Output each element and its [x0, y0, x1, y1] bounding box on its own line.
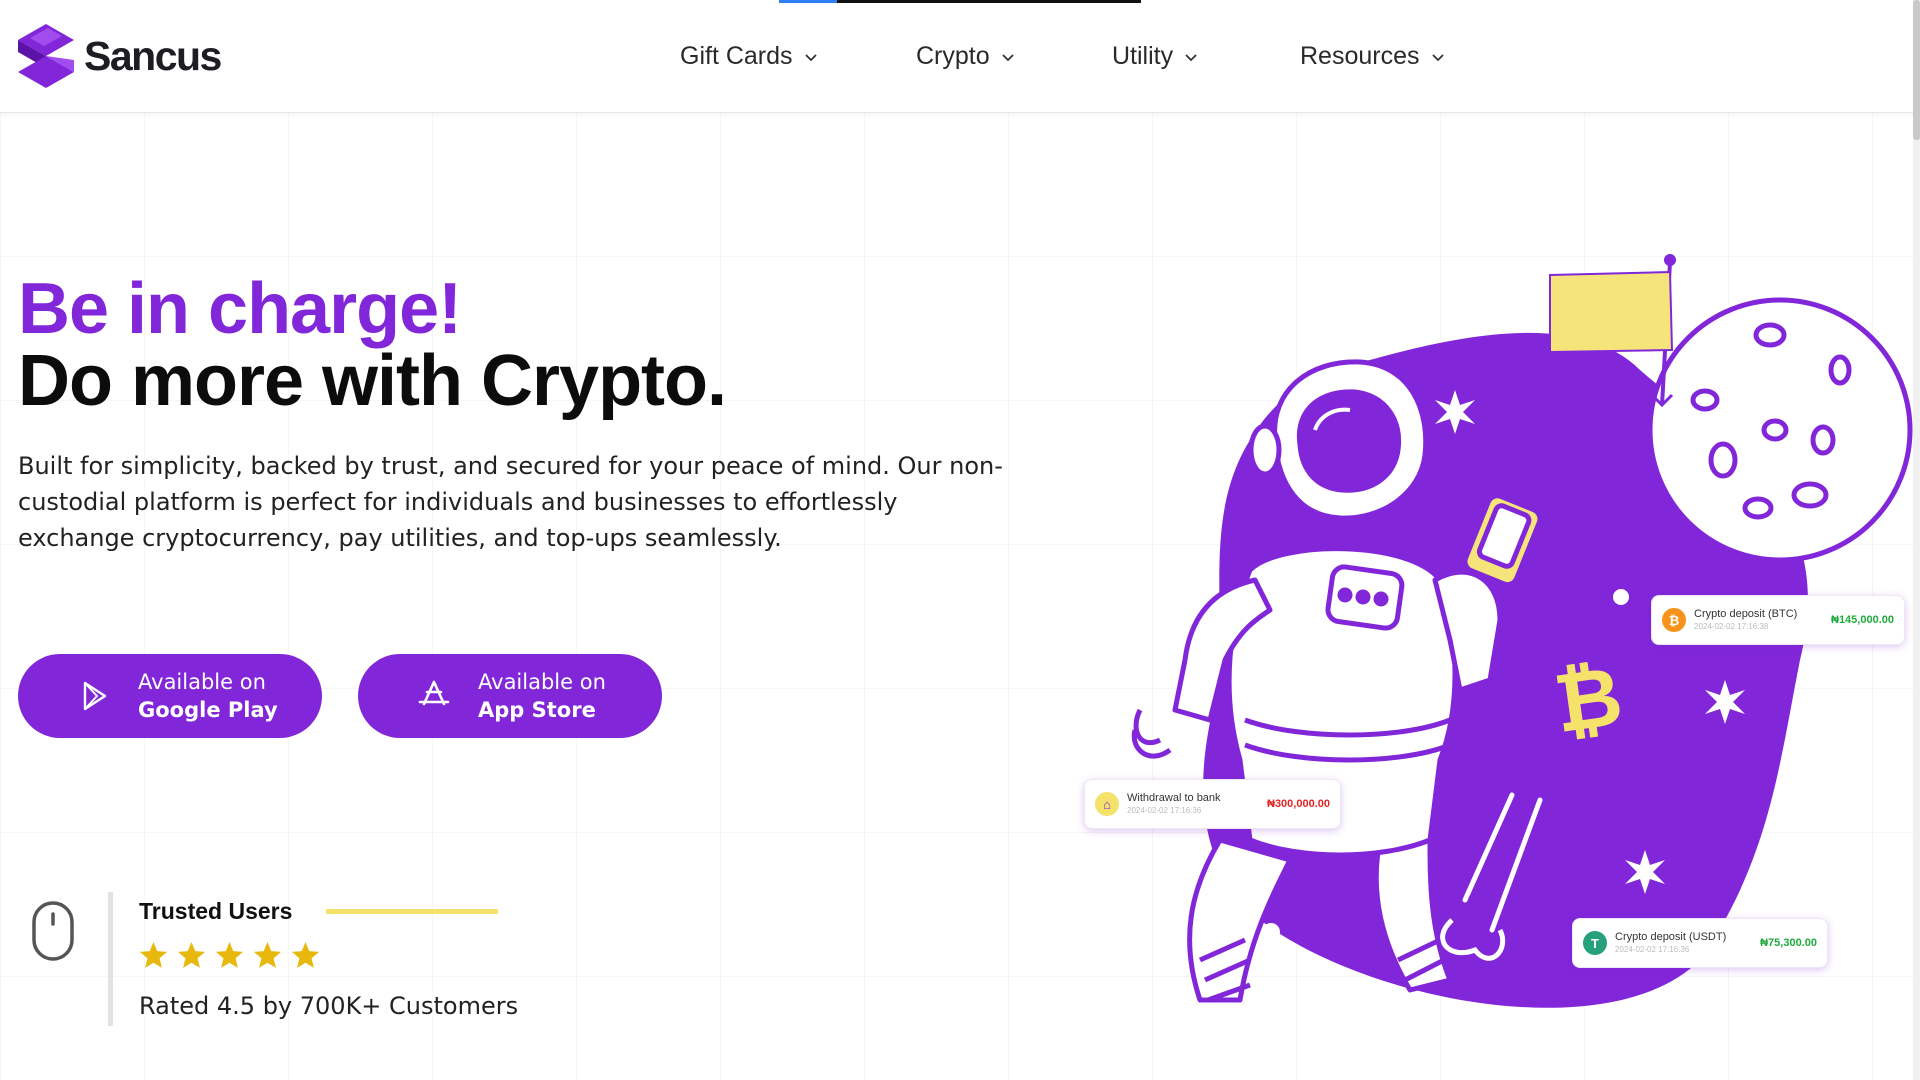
- nav-item-crypto[interactable]: Crypto: [916, 42, 1016, 71]
- transaction-amount: ₦145,000.00: [1831, 614, 1894, 626]
- scroll-progress-fill: [779, 0, 837, 3]
- nav-item-resources[interactable]: Resources: [1300, 42, 1446, 71]
- transaction-amount: ₦300,000.00: [1267, 798, 1330, 810]
- trust-title-underline: [326, 909, 498, 914]
- top-navbar: Sancus Gift Cards Crypto Utility Resourc…: [0, 0, 1920, 113]
- store-main-label: Google Play: [138, 698, 278, 722]
- hero-title: Do more with Crypto.: [18, 341, 727, 421]
- chevron-down-icon: [1431, 53, 1444, 61]
- bitcoin-icon: ₿: [1662, 608, 1686, 632]
- chevron-down-icon: [1002, 53, 1014, 61]
- transaction-card: ⌂ Withdrawal to bank 2024-02-02 17:16:36…: [1084, 779, 1341, 829]
- rating-stars: [138, 940, 321, 971]
- mouse-scroll-icon[interactable]: [30, 900, 76, 962]
- transaction-amount: ₦75,300.00: [1760, 937, 1817, 949]
- transaction-label: Crypto deposit (USDT): [1615, 931, 1727, 943]
- nav-item-utility[interactable]: Utility: [1112, 42, 1199, 71]
- scroll-progress-track: [779, 0, 1141, 3]
- transaction-date: 2024-02-02 17:16:36: [1127, 806, 1202, 815]
- trust-rating-text: Rated 4.5 by 700K+ Customers: [139, 992, 519, 1020]
- page-scrollbar-thumb[interactable]: [1913, 0, 1920, 140]
- google-play-icon: [83, 681, 107, 711]
- tether-icon: T: [1583, 931, 1607, 955]
- star-icon: [253, 941, 282, 968]
- store-sub-label: Available on: [138, 670, 266, 694]
- nav-label: Utility: [1112, 42, 1174, 70]
- transaction-date: 2024-02-02 17:16:38: [1694, 622, 1769, 631]
- chevron-down-icon: [1185, 53, 1197, 61]
- app-store-button[interactable]: Available on App Store: [358, 654, 662, 738]
- page-scrollbar[interactable]: [1913, 0, 1920, 1080]
- nav-label: Gift Cards: [680, 42, 793, 70]
- star-icon: [291, 941, 320, 968]
- star-icon: [139, 941, 168, 968]
- transaction-label: Crypto deposit (BTC): [1694, 608, 1798, 620]
- nav-label: Crypto: [916, 42, 990, 70]
- hero-description: Built for simplicity, backed by trust, a…: [18, 452, 1003, 552]
- transaction-label: Withdrawal to bank: [1127, 792, 1221, 804]
- nav-item-gift-cards[interactable]: Gift Cards: [680, 42, 819, 71]
- store-sub-label: Available on: [478, 670, 606, 694]
- app-store-icon: [418, 680, 450, 706]
- moon: [1647, 297, 1913, 563]
- bank-icon: ⌂: [1095, 792, 1119, 816]
- star-icon: [177, 941, 206, 968]
- store-main-label: App Store: [478, 698, 596, 722]
- main-nav: Gift Cards Crypto Utility Resources: [0, 42, 1920, 72]
- trust-divider: [108, 892, 113, 1026]
- transaction-card: ₿ Crypto deposit (BTC) 2024-02-02 17:16:…: [1651, 595, 1905, 645]
- bitcoin-symbol: ₿: [1549, 649, 1628, 752]
- hero-title-accent: Be in charge!: [18, 269, 462, 349]
- google-play-button[interactable]: Available on Google Play: [18, 654, 322, 738]
- trust-title: Trusted Users: [139, 898, 293, 924]
- transaction-card: T Crypto deposit (USDT) 2024-02-02 17:16…: [1572, 918, 1828, 968]
- hero-illustration: ₿ ₿ Crypto deposit (BTC) 2024-02-02 17:1…: [1080, 240, 1920, 1020]
- nav-label: Resources: [1300, 42, 1420, 70]
- transaction-date: 2024-02-02 17:16:36: [1615, 945, 1690, 954]
- chevron-down-icon: [804, 53, 817, 61]
- star-icon: [215, 941, 244, 968]
